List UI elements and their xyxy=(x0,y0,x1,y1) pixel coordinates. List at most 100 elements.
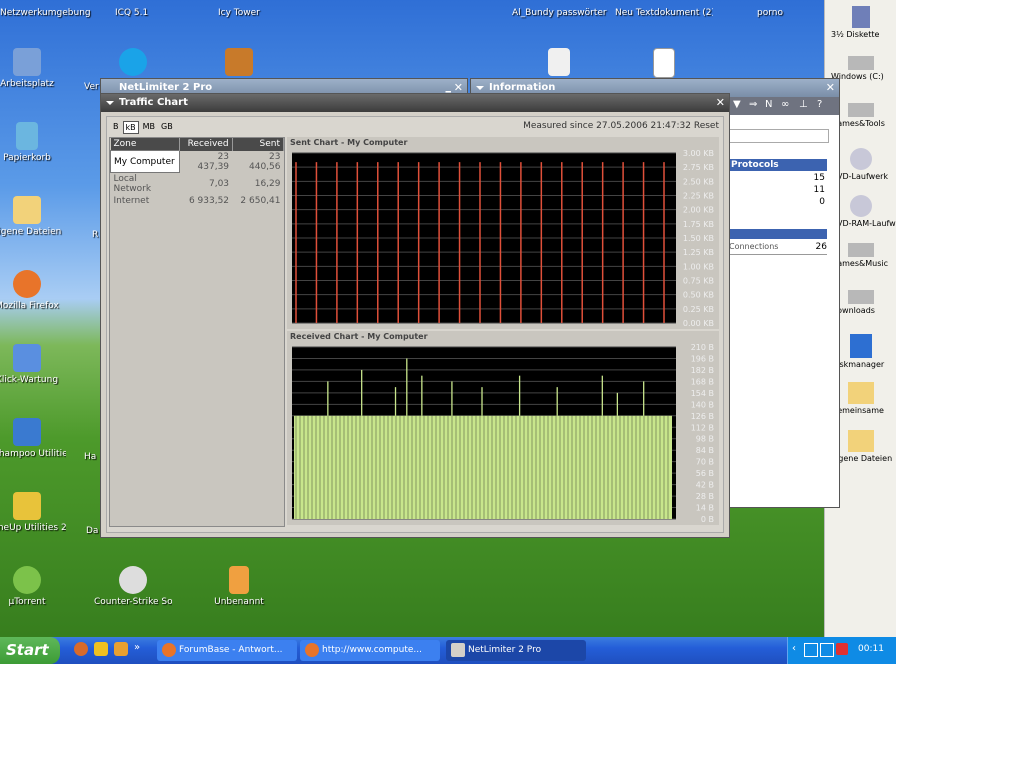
desktop-icon-papierkorb[interactable]: Papierkorb xyxy=(0,122,66,163)
info-toolbar: ▼ ⇒ N ∞ ⊥ ? xyxy=(729,97,839,115)
netlimiter-tray-icon[interactable] xyxy=(804,643,818,657)
received-ytick-label: 14 B xyxy=(696,504,714,513)
dvd-ram-drive-icon xyxy=(850,195,872,217)
desktop: Netzwerkumgebung ICQ 5.1 Icy Tower Al_Bu… xyxy=(0,0,896,664)
unit-gb[interactable]: GB xyxy=(159,121,175,132)
filter-icon[interactable]: ▼ xyxy=(733,99,741,110)
n-icon[interactable]: N xyxy=(765,99,772,110)
game-shortcut-icon xyxy=(225,48,253,76)
desktop-label-icy-tower[interactable]: Icy Tower xyxy=(218,8,260,18)
desktop-icon-tuneup[interactable]: TuneUp Utilities 2006 xyxy=(0,492,66,533)
unit-kb[interactable]: kB xyxy=(122,121,139,134)
table-row[interactable]: My Computer 23 437,39 23 440,56 xyxy=(109,150,284,173)
desktop-icon-arbeitsplatz[interactable]: Arbeitsplatz xyxy=(0,48,66,89)
desktop-icon-eigene-dateien[interactable]: Eigene Dateien xyxy=(0,196,66,237)
tray-expand-icon[interactable]: ‹ xyxy=(792,643,796,654)
desktop-icon-firefox[interactable]: Mozilla Firefox xyxy=(0,270,66,311)
recycle-bin-icon xyxy=(16,122,38,150)
protocols-header: Protocols xyxy=(729,159,827,171)
received-ytick-label: 42 B xyxy=(696,481,714,490)
col-sent[interactable]: Sent xyxy=(232,138,285,151)
desktop-label-ha: Ha xyxy=(84,452,97,462)
link-icon[interactable]: ∞ xyxy=(781,99,789,110)
table-row[interactable]: Internet 6 933,52 2 650,41 xyxy=(111,195,284,207)
desktop-icon-pen[interactable] xyxy=(520,48,598,79)
start-button[interactable]: Start xyxy=(0,637,60,664)
collapse-icon[interactable] xyxy=(476,86,484,90)
drive-downloads-icon xyxy=(848,290,874,304)
protocol-row-1: 15 xyxy=(813,173,825,183)
drive-music-icon xyxy=(848,243,874,257)
help-icon[interactable]: ? xyxy=(817,99,822,110)
col-received[interactable]: Received xyxy=(179,138,233,151)
shared-folder-icon xyxy=(848,382,874,404)
measured-since: Measured since 27.05.2006 21:47:32 Reset xyxy=(523,121,719,131)
netlimiter-tray-icon-2[interactable] xyxy=(820,643,834,657)
sent-chart-panel: Sent Chart - My Computer 3.00 KB 2.75 KB 2… xyxy=(287,137,719,329)
desktop-icon-klick-wartung[interactable]: Klick-Wartung xyxy=(0,344,66,385)
received-ytick-label: 154 B xyxy=(691,389,714,398)
taskbar-button-forumbase[interactable]: ForumBase - Antwort... xyxy=(157,640,297,661)
close-icon[interactable]: ✕ xyxy=(716,94,725,112)
quick-launch: » xyxy=(74,642,148,656)
desktop-icon-game[interactable] xyxy=(200,48,278,79)
desktop-icon-textfile[interactable] xyxy=(625,48,703,81)
sent-chart-title: Sent Chart - My Computer xyxy=(290,138,408,147)
traffic-chart-titlebar[interactable]: Traffic Chart ✕ xyxy=(101,94,729,112)
received-ytick-label: 0 B xyxy=(701,515,714,523)
desktop-label-al-bundy[interactable]: Al_Bundy passwörter xyxy=(512,8,607,18)
winamp-icon[interactable] xyxy=(114,642,128,656)
traffic-chart-body: B kB MB GB Measured since 27.05.2006 21:… xyxy=(106,116,724,533)
info-search-field[interactable] xyxy=(729,129,829,143)
received-ytick-label: 70 B xyxy=(696,458,714,467)
collapse-icon[interactable] xyxy=(106,101,114,105)
received-fill-area xyxy=(294,415,672,519)
firefox-icon xyxy=(13,270,41,298)
my-documents-icon xyxy=(13,196,41,224)
desktop-label-ver: Ver xyxy=(84,82,99,92)
drive-games-icon xyxy=(848,103,874,117)
received-ytick-label: 168 B xyxy=(691,377,714,386)
unit-b[interactable]: B xyxy=(111,121,121,132)
taskbar: Start » ForumBase - Antwort... http://ww… xyxy=(0,637,896,664)
eigene-dateien-folder-icon xyxy=(848,430,874,452)
received-ytick-label: 196 B xyxy=(691,354,714,363)
desktop-label-neu-textdokument[interactable]: Neu Textdokument (2) xyxy=(615,8,713,18)
col-zone[interactable]: Zone xyxy=(110,138,181,151)
drive-floppy[interactable]: 3½ Diskette xyxy=(825,6,896,39)
desktop-icon-unbenannt[interactable]: Unbenannt xyxy=(200,566,278,607)
messenger-icon[interactable] xyxy=(94,642,108,656)
protocol-row-3: 0 xyxy=(819,197,825,207)
tuneup-utilities-icon xyxy=(13,492,41,520)
desktop-label-icq[interactable]: ICQ 5.1 xyxy=(115,8,148,18)
security-tray-icon[interactable] xyxy=(836,643,848,655)
floppy-drive-icon xyxy=(852,6,870,28)
pin-icon[interactable]: ⊥ xyxy=(799,99,808,110)
close-icon[interactable]: ✕ xyxy=(826,79,835,97)
chevron-right-icon[interactable]: » xyxy=(134,642,148,656)
arrow-right-icon[interactable]: ⇒ xyxy=(749,99,757,110)
clock[interactable]: 00:11 xyxy=(858,644,884,654)
received-ytick-label: 28 B xyxy=(696,492,714,501)
unit-mb[interactable]: MB xyxy=(141,121,157,132)
desktop-icon-utorrent[interactable]: µTorrent xyxy=(0,566,66,607)
browser-icon[interactable] xyxy=(74,642,88,656)
desktop-label-netzwerk[interactable]: Netzwerkumgebung xyxy=(0,8,91,18)
counter-strike-icon xyxy=(119,566,147,594)
desktop-icon-counter-strike[interactable]: Counter-Strike Source xyxy=(94,566,172,607)
my-computer-icon xyxy=(13,48,41,76)
taskbar-button-computerbase[interactable]: http://www.compute... xyxy=(300,640,440,661)
desktop-icon-skype[interactable] xyxy=(94,48,172,79)
protocol-row-2: 11 xyxy=(813,185,825,195)
table-row[interactable]: Local Network 7,03 16,29 xyxy=(111,173,284,196)
reset-button[interactable]: Reset xyxy=(694,121,719,131)
unbenannt-icon xyxy=(229,566,249,594)
received-ytick-label: 126 B xyxy=(691,412,714,421)
desktop-label-porno[interactable]: porno xyxy=(757,8,783,18)
received-ytick-label: 140 B xyxy=(691,400,714,409)
taskbar-button-netlimiter[interactable]: NetLimiter 2 Pro xyxy=(446,640,586,661)
desktop-icon-ashampoo[interactable]: Ashampoo Utilities XP xyxy=(0,418,66,459)
received-ytick-label: 210 B xyxy=(691,343,714,352)
traffic-chart-window[interactable]: Traffic Chart ✕ B kB MB GB Measured sinc… xyxy=(100,93,730,538)
sent-chart: 3.00 KB2.75 KB2.50 KB2.25 KB2.00 KB1.75 … xyxy=(292,149,714,328)
